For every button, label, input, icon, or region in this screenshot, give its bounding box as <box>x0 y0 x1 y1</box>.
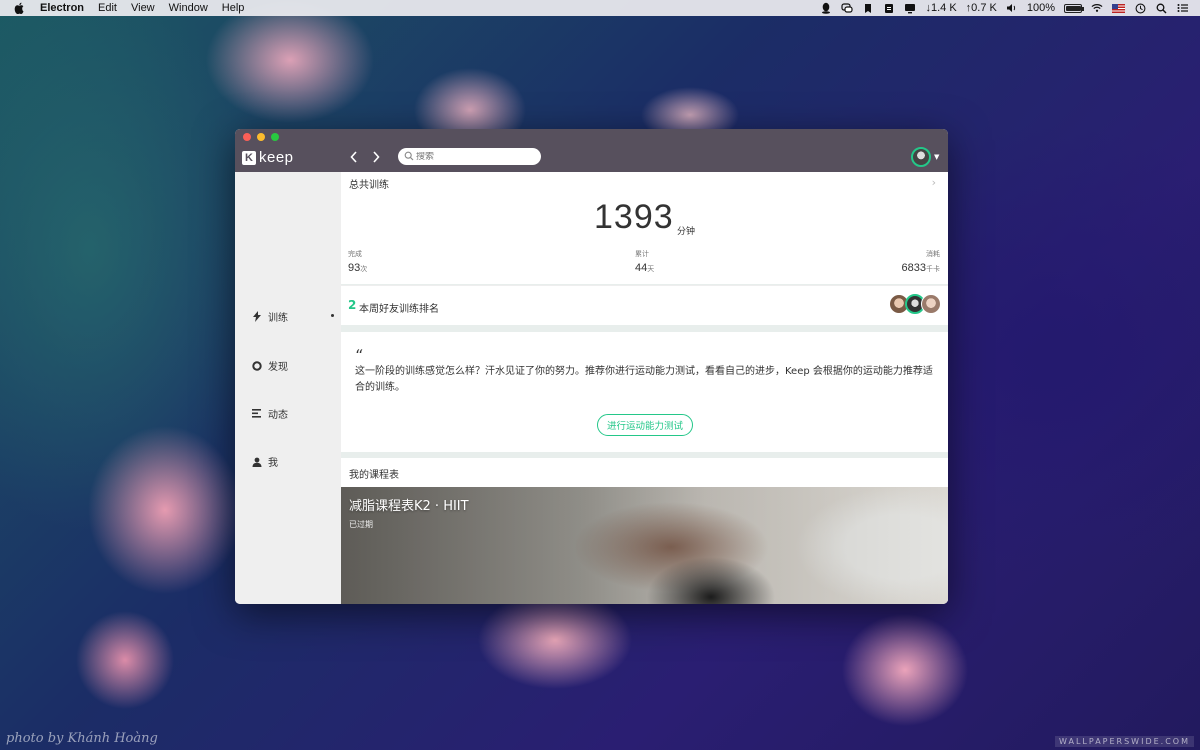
menu-bar: Electron Edit View Window Help ↓1.4 K ↑0… <box>0 0 1200 16</box>
keep-window: K keep ▼ 训练 发现 <box>235 129 948 604</box>
start-fitness-test-button[interactable]: 进行运动能力测试 <box>597 414 693 436</box>
sidebar-item-label: 我 <box>268 458 278 469</box>
stat-label: 累计 <box>635 250 649 258</box>
sidebar-item-discover[interactable]: 发现 <box>252 358 288 373</box>
sidebar: 训练 发现 动态 我 <box>235 172 341 604</box>
close-window-button[interactable] <box>243 133 251 141</box>
stat-calories: 消耗 6833千卡 <box>902 249 940 274</box>
sidebar-item-me[interactable]: 我 <box>252 454 278 469</box>
fitness-test-message: 这一阶段的训练感觉怎么样？汗水见证了你的努力。推荐你进行运动能力测试，看看自己的… <box>355 366 933 393</box>
wallpaper-site-watermark: WALLPAPERSWIDE.COM <box>1055 736 1194 747</box>
minimize-window-button[interactable] <box>257 133 265 141</box>
keep-logo-text: keep <box>259 149 294 166</box>
clock-icon[interactable] <box>1134 2 1146 14</box>
battery-percent: 100% <box>1026 2 1055 14</box>
stat-label: 消耗 <box>926 250 940 258</box>
total-training-card[interactable]: 总共训练 › 1393 分钟 完成 93次 累计 44天 消耗 6833千卡 <box>341 172 948 284</box>
network-down-speed: ↓1.4 K <box>925 2 957 14</box>
course-name: 减脂课程表K2 · HIIT <box>349 499 469 514</box>
person-icon <box>252 457 262 467</box>
quote-mark: “ <box>355 346 364 365</box>
chevron-right-icon <box>373 151 380 163</box>
photo-credit-watermark: photo by Khánh Hoàng <box>6 731 158 746</box>
friend-avatars <box>889 294 941 314</box>
friend-avatar <box>921 294 941 314</box>
title-bar[interactable]: K keep ▼ <box>235 129 948 172</box>
stat-label: 完成 <box>348 250 362 258</box>
apple-icon[interactable] <box>12 1 26 15</box>
stat-value: 93 <box>348 262 361 274</box>
chevron-right-icon[interactable]: › <box>932 176 936 189</box>
wifi-icon[interactable] <box>1091 2 1103 14</box>
stat-value: 44 <box>635 262 648 274</box>
menu-help[interactable]: Help <box>222 2 245 14</box>
stat-completed: 完成 93次 <box>348 249 367 274</box>
bookmark-icon[interactable] <box>862 2 874 14</box>
chat-icon[interactable] <box>841 2 854 14</box>
active-indicator-dot <box>331 314 334 317</box>
us-flag-icon[interactable] <box>1112 3 1125 13</box>
sidebar-item-label: 发现 <box>268 362 288 373</box>
chevron-left-icon <box>350 151 357 163</box>
sidebar-item-label: 训练 <box>268 313 288 324</box>
back-button[interactable] <box>347 149 361 165</box>
friends-ranking-card[interactable]: 2 本周好友训练排名 <box>341 285 948 325</box>
fitness-test-card: “ 这一阶段的训练感觉怎么样？汗水见证了你的努力。推荐你进行运动能力测试，看看自… <box>341 332 948 452</box>
stat-value: 6833 <box>901 262 926 274</box>
keep-logo-mark: K <box>242 150 256 165</box>
friends-rank-label: 本周好友训练排名 <box>359 304 439 315</box>
total-minutes-unit: 分钟 <box>677 227 696 237</box>
user-avatar[interactable] <box>911 147 931 167</box>
stat-unit: 次 <box>360 265 368 273</box>
sidebar-item-training[interactable]: 训练 <box>252 309 288 324</box>
sidebar-item-feed[interactable]: 动态 <box>252 406 288 421</box>
menu-edit[interactable]: Edit <box>98 2 117 14</box>
clipboard-icon[interactable] <box>883 2 895 14</box>
lightning-icon <box>252 311 262 322</box>
battery-icon[interactable] <box>1064 3 1084 13</box>
total-training-title: 总共训练 <box>349 180 389 191</box>
search-icon <box>404 151 414 161</box>
caret-down-icon[interactable]: ▼ <box>934 153 939 161</box>
maximize-window-button[interactable] <box>271 133 279 141</box>
battery-fill <box>1066 5 1081 11</box>
course-status: 已过期 <box>349 520 373 529</box>
sidebar-item-label: 动态 <box>268 410 288 421</box>
stat-days: 累计 44天 <box>635 249 654 274</box>
stat-unit: 天 <box>647 265 655 273</box>
spotlight-search-icon[interactable] <box>1155 2 1167 14</box>
menu-app-name[interactable]: Electron <box>40 2 84 14</box>
menu-window[interactable]: Window <box>169 2 208 14</box>
network-up-speed: ↑0.7 K <box>965 2 997 14</box>
stat-unit: 千卡 <box>926 265 940 273</box>
course-schedule-title: 我的课程表 <box>349 470 399 481</box>
feed-lines-icon <box>252 409 262 419</box>
monitor-icon[interactable] <box>904 2 916 14</box>
friends-rank-number: 2 <box>348 298 357 312</box>
course-schedule-header: 我的课程表 <box>341 458 948 488</box>
window-controls <box>243 133 279 141</box>
total-minutes-value: 1393 <box>594 198 674 236</box>
circle-icon <box>252 360 262 371</box>
search-box[interactable] <box>398 148 541 165</box>
main-content[interactable]: 总共训练 › 1393 分钟 完成 93次 累计 44天 消耗 6833千卡 2… <box>341 172 948 604</box>
notification-center-icon[interactable] <box>1176 2 1188 14</box>
qq-icon[interactable] <box>820 2 832 14</box>
volume-icon[interactable] <box>1006 2 1018 14</box>
course-banner[interactable]: 减脂课程表K2 · HIIT 已过期 <box>341 487 948 604</box>
search-input[interactable] <box>416 151 541 162</box>
forward-button[interactable] <box>369 149 383 165</box>
menu-view[interactable]: View <box>131 2 155 14</box>
keep-logo[interactable]: K keep <box>242 149 294 166</box>
